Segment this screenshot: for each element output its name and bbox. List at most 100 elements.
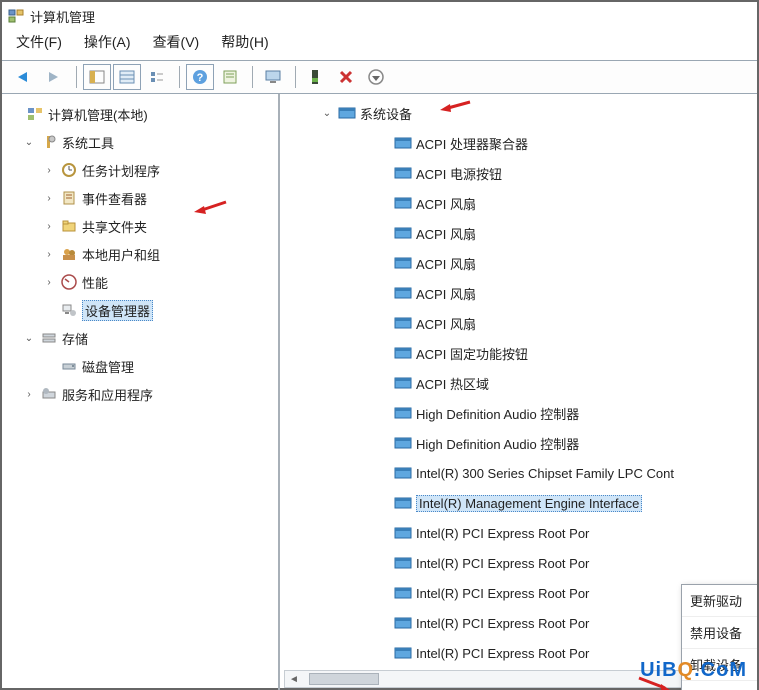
arrow-right-icon	[45, 70, 63, 84]
monitor-button[interactable]	[259, 64, 287, 90]
menu-action[interactable]: 操作(A)	[84, 32, 131, 52]
device-icon	[394, 524, 412, 542]
enable-button[interactable]	[302, 64, 330, 90]
disable-button[interactable]	[332, 64, 360, 90]
device-item[interactable]: High Definition Audio 控制器	[286, 428, 755, 458]
device-icon	[394, 434, 412, 452]
toolbar: ?	[2, 60, 757, 94]
tree-label: 事件查看器	[82, 189, 147, 208]
scroll-thumb[interactable]	[309, 673, 379, 685]
expander-icon[interactable]: ⌄	[22, 135, 36, 149]
device-icon	[394, 404, 412, 422]
tree-event-viewer[interactable]: › 事件查看器	[6, 184, 274, 212]
view-list-button[interactable]	[113, 64, 141, 90]
device-item[interactable]: ACPI 电源按钮	[286, 158, 755, 188]
tree-device-manager[interactable]: › 设备管理器	[6, 296, 274, 324]
device-item-label: ACPI 风扇	[416, 254, 476, 273]
menu-file[interactable]: 文件(F)	[16, 32, 62, 52]
tree-system-tools[interactable]: ⌄ 系统工具	[6, 128, 274, 156]
expander-icon[interactable]: ›	[42, 219, 56, 233]
shared-folder-icon	[60, 217, 78, 235]
detail-view-icon	[149, 70, 165, 84]
expander-icon[interactable]: ⌄	[22, 331, 36, 345]
enable-device-icon	[309, 69, 323, 85]
device-item-label: ACPI 风扇	[416, 224, 476, 243]
device-item-label: ACPI 风扇	[416, 194, 476, 213]
expander-icon[interactable]: ›	[42, 247, 56, 261]
device-item[interactable]: High Definition Audio 控制器	[286, 398, 755, 428]
menu-help[interactable]: 帮助(H)	[221, 32, 268, 52]
device-item[interactable]: ACPI 处理器聚合器	[286, 128, 755, 158]
tree-root[interactable]: ▶ 计算机管理(本地)	[6, 100, 274, 128]
tree-root-label: 计算机管理(本地)	[48, 105, 148, 124]
device-item[interactable]: ACPI 风扇	[286, 188, 755, 218]
device-item-label: ACPI 固定功能按钮	[416, 344, 528, 363]
device-icon	[394, 464, 412, 482]
device-item[interactable]: Intel(R) PCI Express Root Por	[286, 548, 755, 578]
device-icon	[394, 494, 412, 512]
device-item[interactable]: Intel(R) PCI Express Root Por	[286, 518, 755, 548]
expander-icon[interactable]: ›	[42, 163, 56, 177]
console-tree-pane: ▶ 计算机管理(本地) ⌄	[2, 94, 280, 690]
toolbar-separator	[76, 66, 77, 88]
ctx-disable-device[interactable]: 禁用设备	[682, 617, 757, 649]
properties-button[interactable]	[216, 64, 244, 90]
menu-view[interactable]: 查看(V)	[153, 32, 200, 52]
device-item[interactable]: ACPI 风扇	[286, 278, 755, 308]
expander-icon[interactable]: ›	[42, 275, 56, 289]
device-item[interactable]: Intel(R) Management Engine Interface	[286, 488, 755, 518]
tree-label: 服务和应用程序	[62, 385, 153, 404]
device-item[interactable]: ACPI 热区域	[286, 368, 755, 398]
expander-icon[interactable]: ›	[42, 191, 56, 205]
expander-icon[interactable]: ⌄	[320, 106, 334, 120]
tree-local-users[interactable]: › 本地用户和组	[6, 240, 274, 268]
device-item[interactable]: Intel(R) 300 Series Chipset Family LPC C…	[286, 458, 755, 488]
device-icon	[394, 314, 412, 332]
scroll-left-icon[interactable]: ◄	[285, 671, 303, 687]
device-item-label: Intel(R) 300 Series Chipset Family LPC C…	[416, 466, 674, 481]
device-item[interactable]: ACPI 风扇	[286, 308, 755, 338]
app-icon	[8, 8, 24, 24]
device-item[interactable]: ACPI 风扇	[286, 248, 755, 278]
tree-label: 存储	[62, 329, 88, 348]
folder-device-icon	[338, 104, 356, 122]
help-icon: ?	[192, 69, 208, 85]
update-button[interactable]	[362, 64, 390, 90]
event-log-icon	[60, 189, 78, 207]
device-icon	[394, 134, 412, 152]
nav-forward-button[interactable]	[40, 64, 68, 90]
annotation-arrow-left	[192, 198, 228, 218]
tree-label: 共享文件夹	[82, 217, 147, 236]
device-icon	[394, 644, 412, 662]
tree-label: 系统工具	[62, 133, 114, 152]
tree-shared-folders[interactable]: › 共享文件夹	[6, 212, 274, 240]
tree-storage[interactable]: ⌄ 存储	[6, 324, 274, 352]
device-item[interactable]: ACPI 固定功能按钮	[286, 338, 755, 368]
monitor-icon	[264, 69, 282, 85]
storage-icon	[40, 329, 58, 347]
toolbar-separator	[295, 66, 296, 88]
device-icon	[394, 584, 412, 602]
ctx-scan-hardware[interactable]: 扫描检测	[682, 681, 757, 690]
tree-services-apps[interactable]: › 服务和应用程序	[6, 380, 274, 408]
device-item-label: Intel(R) PCI Express Root Por	[416, 556, 589, 571]
device-item[interactable]: ACPI 风扇	[286, 218, 755, 248]
show-hide-tree-button[interactable]	[83, 64, 111, 90]
tree-task-scheduler[interactable]: › 任务计划程序	[6, 156, 274, 184]
ctx-update-driver[interactable]: 更新驱动	[682, 585, 757, 617]
help-button[interactable]: ?	[186, 64, 214, 90]
device-item-label: High Definition Audio 控制器	[416, 434, 579, 453]
users-icon	[60, 245, 78, 263]
device-icon	[394, 254, 412, 272]
tree-performance[interactable]: › 性能	[6, 268, 274, 296]
properties-icon	[222, 70, 238, 84]
expander-icon[interactable]: ›	[22, 387, 36, 401]
window-title: 计算机管理	[30, 7, 95, 26]
nav-back-button[interactable]	[10, 64, 38, 90]
tree-disk-management[interactable]: › 磁盘管理	[6, 352, 274, 380]
toolbar-separator	[179, 66, 180, 88]
device-category-system[interactable]: ⌄ 系统设备	[286, 98, 755, 128]
device-item-label: ACPI 风扇	[416, 314, 476, 333]
view-detail-button[interactable]	[143, 64, 171, 90]
device-item-label: Intel(R) PCI Express Root Por	[416, 646, 589, 661]
